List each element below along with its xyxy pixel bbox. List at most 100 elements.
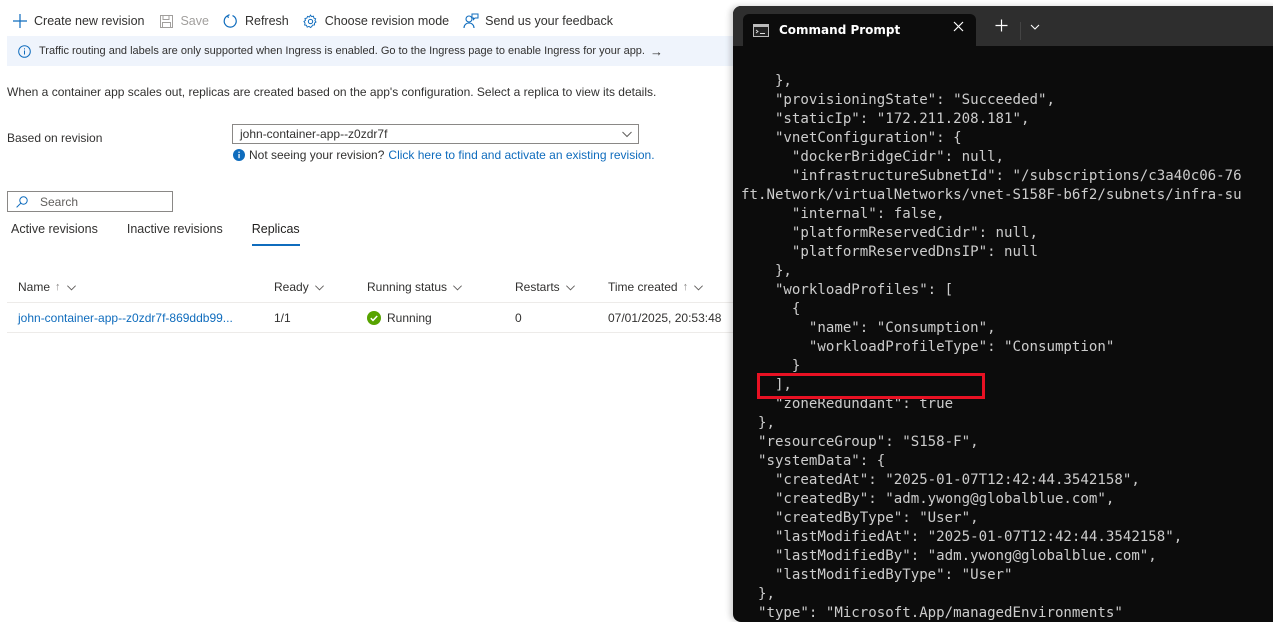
refresh-icon xyxy=(223,13,239,29)
tab-dropdown-icon[interactable] xyxy=(1030,23,1040,31)
ingress-info-text: Traffic routing and labels are only supp… xyxy=(39,45,645,57)
terminal-line: "platformReservedCidr": null, xyxy=(741,225,1038,241)
terminal-line: "type": "Microsoft.App/managedEnvironmen… xyxy=(741,605,1123,621)
find-revision-link[interactable]: Click here to find and activate an exist… xyxy=(388,148,654,162)
save-button[interactable]: Save xyxy=(158,13,209,29)
chevron-down-icon xyxy=(66,282,77,293)
replica-time-created: 07/01/2025, 20:53:48 xyxy=(608,310,722,325)
tab-active-revisions[interactable]: Active revisions xyxy=(11,222,98,246)
column-header-restarts[interactable]: Restarts xyxy=(515,272,576,302)
replica-ready: 1/1 xyxy=(274,310,291,325)
terminal-titlebar[interactable]: Command Prompt xyxy=(733,6,1273,46)
terminal-line: }, xyxy=(741,73,792,89)
replicas-description: When a container app scales out, replica… xyxy=(7,85,657,99)
replica-restarts: 0 xyxy=(515,310,522,325)
terminal-output[interactable]: }, "provisioningState": "Succeeded", "st… xyxy=(741,72,1242,622)
chevron-down-icon xyxy=(314,282,325,293)
close-tab-icon[interactable] xyxy=(953,21,964,32)
search-input[interactable]: Search xyxy=(7,191,173,212)
plus-icon xyxy=(12,13,28,29)
tab-replicas[interactable]: Replicas xyxy=(251,222,300,246)
terminal-line: "vnetConfiguration": { xyxy=(741,130,962,146)
gear-icon xyxy=(303,13,319,29)
terminal-line: "workloadProfiles": [ xyxy=(741,282,954,298)
command-bar: Create new revision Save Refresh Choose … xyxy=(12,12,627,30)
terminal-line: "lastModifiedBy": "adm.ywong@globalblue.… xyxy=(741,548,1157,564)
create-new-revision-button[interactable]: Create new revision xyxy=(12,13,144,29)
terminal-line: "internal": false, xyxy=(741,206,945,222)
save-label: Save xyxy=(180,14,209,28)
terminal-line: { xyxy=(741,301,801,317)
revision-hint-text: Not seeing your revision? xyxy=(249,148,385,162)
revision-dropdown[interactable]: john-container-app--z0zdr7f xyxy=(232,124,639,144)
titlebar-divider xyxy=(1020,22,1021,40)
terminal-line: }, xyxy=(741,586,775,602)
terminal-tab-title: Command Prompt xyxy=(779,23,901,37)
command-prompt-window[interactable]: Command Prompt }, "provisioningState": "… xyxy=(733,6,1273,622)
terminal-line: "lastModifiedByType": "User" xyxy=(741,567,1013,583)
column-ready-label: Ready xyxy=(274,280,309,294)
column-header-time-created[interactable]: Time created ↑ xyxy=(608,272,704,302)
chevron-down-icon xyxy=(621,128,633,143)
column-running-status-label: Running status xyxy=(367,280,448,294)
replica-name-link[interactable]: john-container-app--z0zdr7f-869ddb99... xyxy=(18,303,233,332)
command-prompt-icon xyxy=(753,23,769,37)
chevron-down-icon xyxy=(693,282,704,293)
send-feedback-label: Send us your feedback xyxy=(485,14,613,28)
terminal-line: }, xyxy=(741,415,775,431)
create-new-revision-label: Create new revision xyxy=(34,14,145,28)
send-feedback-button[interactable]: Send us your feedback xyxy=(463,13,613,29)
terminal-line: "systemData": { xyxy=(741,453,886,469)
revision-selected-value: john-container-app--z0zdr7f xyxy=(240,127,388,141)
chevron-down-icon xyxy=(452,282,463,293)
info-filled-icon xyxy=(233,149,245,161)
column-name-label: Name xyxy=(18,280,51,294)
search-icon xyxy=(16,195,28,208)
choose-revision-mode-label: Choose revision mode xyxy=(324,14,450,28)
info-icon xyxy=(18,44,31,58)
sort-ascending-icon: ↑ xyxy=(682,281,689,293)
terminal-line: "workloadProfileType": "Consumption" xyxy=(741,339,1115,355)
revision-tabs: Active revisions Inactive revisions Repl… xyxy=(11,222,329,246)
revision-hint: Not seeing your revision? Click here to … xyxy=(233,148,655,162)
terminal-line: "lastModifiedAt": "2025-01-07T12:42:44.3… xyxy=(741,529,1183,545)
terminal-line: "createdByType": "User", xyxy=(741,510,979,526)
column-restarts-label: Restarts xyxy=(515,280,560,294)
table-row[interactable]: john-container-app--z0zdr7f-869ddb99... … xyxy=(7,303,740,333)
terminal-line: "createdBy": "adm.ywong@globalblue.com", xyxy=(741,491,1115,507)
terminal-line: "resourceGroup": "S158-F", xyxy=(741,434,979,450)
terminal-line: ft.Network/virtualNetworks/vnet-S158F-b6… xyxy=(741,187,1242,203)
terminal-line: "createdAt": "2025-01-07T12:42:44.354215… xyxy=(741,472,1140,488)
terminal-line: "staticIp": "172.211.208.181", xyxy=(741,111,1030,127)
based-on-revision-label: Based on revision xyxy=(7,131,103,145)
azure-portal-panel: Create new revision Save Refresh Choose … xyxy=(0,0,740,622)
terminal-line: "name": "Consumption", xyxy=(741,320,996,336)
replicas-table-header: Name ↑ Ready Running status Restarts Tim… xyxy=(7,272,740,303)
running-status-text: Running xyxy=(387,310,432,325)
column-time-created-label: Time created xyxy=(608,280,678,294)
terminal-line: "dockerBridgeCidr": null, xyxy=(741,149,1005,165)
success-check-icon xyxy=(367,310,381,325)
arrow-right-icon[interactable]: → xyxy=(650,44,663,59)
search-placeholder: Search xyxy=(40,194,79,209)
terminal-line: "provisioningState": "Succeeded", xyxy=(741,92,1055,108)
save-icon xyxy=(158,13,174,29)
column-header-name[interactable]: Name ↑ xyxy=(18,272,77,302)
zone-redundant-highlight-box xyxy=(757,373,985,399)
terminal-line: "platformReservedDnsIP": null xyxy=(741,244,1038,260)
column-header-ready[interactable]: Ready xyxy=(274,272,325,302)
refresh-button[interactable]: Refresh xyxy=(223,13,289,29)
replica-running-status: Running xyxy=(367,303,432,332)
new-tab-icon[interactable] xyxy=(995,19,1008,32)
choose-revision-mode-button[interactable]: Choose revision mode xyxy=(303,13,449,29)
column-header-running-status[interactable]: Running status xyxy=(367,272,463,302)
tab-inactive-revisions[interactable]: Inactive revisions xyxy=(127,222,223,246)
sort-ascending-icon: ↑ xyxy=(55,281,61,293)
ingress-info-banner[interactable]: Traffic routing and labels are only supp… xyxy=(7,36,740,66)
refresh-label: Refresh xyxy=(244,14,289,28)
feedback-icon xyxy=(463,13,479,29)
terminal-line: }, xyxy=(741,263,792,279)
terminal-line: "infrastructureSubnetId": "/subscription… xyxy=(741,168,1242,184)
terminal-tab[interactable]: Command Prompt xyxy=(743,14,976,46)
chevron-down-icon xyxy=(565,282,576,293)
